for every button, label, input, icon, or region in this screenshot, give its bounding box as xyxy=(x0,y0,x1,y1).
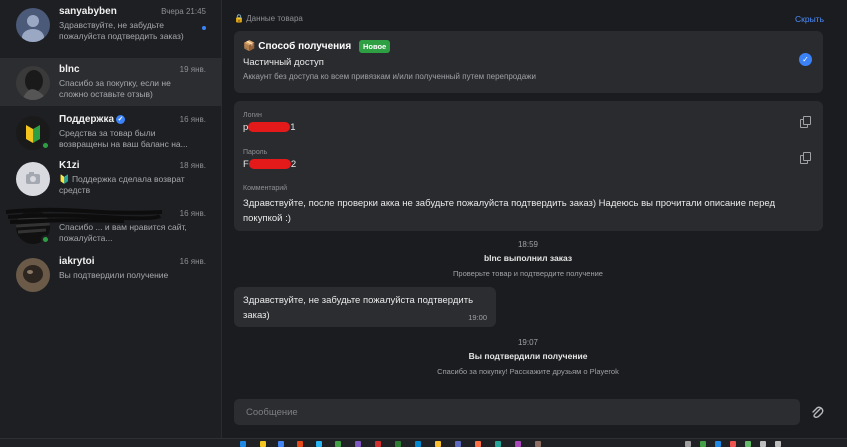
app-icon[interactable] xyxy=(375,441,381,447)
chat-name: Поддержка ✓ xyxy=(59,114,126,125)
chat-preview: 🔰 Поддержка сделала возврат средств xyxy=(59,174,185,195)
scribble-overlay xyxy=(5,207,163,224)
chat-time: 18 янв. xyxy=(179,161,206,170)
copy-icon[interactable] xyxy=(800,116,811,128)
app-icon[interactable] xyxy=(475,441,481,447)
chat-name: K1zi xyxy=(59,160,80,171)
app-icon[interactable] xyxy=(395,441,401,447)
chat-preview: Здравствуйте, не забудьте пожалуйста под… xyxy=(59,20,184,41)
unread-dot xyxy=(202,26,206,30)
new-badge: Новое xyxy=(358,40,391,53)
package-icon: 📦 xyxy=(243,41,256,53)
lock-icon: 🔒 xyxy=(234,14,244,23)
message-text: Здравствуйте, не забудьте пожалуйста под… xyxy=(243,295,474,321)
tray-icon[interactable] xyxy=(745,441,751,447)
browser-icon[interactable] xyxy=(278,441,284,447)
app-icon[interactable] xyxy=(335,441,341,447)
chat-name: iakrytoi xyxy=(59,256,95,267)
app-icon[interactable] xyxy=(240,441,246,447)
tray-icon[interactable] xyxy=(685,441,691,447)
app-icon[interactable] xyxy=(515,441,521,447)
app-icon[interactable] xyxy=(455,441,461,447)
online-indicator xyxy=(41,235,50,244)
chat-time: 16 янв. xyxy=(179,209,206,218)
delivery-method-card: 📦 Способ получения Новое Частичный досту… xyxy=(234,31,823,93)
redaction-mark xyxy=(248,122,291,133)
chat-time: 16 янв. xyxy=(179,257,206,266)
event-title: blnc выполнил заказ xyxy=(483,253,573,263)
login-label: Логин xyxy=(243,112,262,119)
attach-icon[interactable] xyxy=(810,404,824,420)
system-event: 19:07 Вы подтвердили получение Спасибо з… xyxy=(222,338,834,376)
message-time: 19:00 xyxy=(468,313,487,322)
app-icon[interactable] xyxy=(316,441,322,447)
message-input[interactable] xyxy=(234,399,800,425)
credentials-card: Логин p1 Пароль F2 Комментарий Здравству… xyxy=(234,101,823,231)
system-event: 18:59 blnc выполнил заказ Проверьте това… xyxy=(222,240,834,278)
password-value[interactable]: F2 xyxy=(243,159,296,170)
message-bubble: Здравствуйте, не забудьте пожалуйста под… xyxy=(234,287,496,327)
folder-icon[interactable] xyxy=(260,441,266,447)
chat-item-sanyabyben[interactable]: sanyabyben Вчера 21:45 Здравствуйте, не … xyxy=(0,0,222,48)
app-icon[interactable] xyxy=(535,441,541,447)
login-value[interactable]: p1 xyxy=(243,122,296,133)
conversation-panel: 🔒 Данные товара Скрыть 📦 Способ получени… xyxy=(222,0,847,438)
app-window: sanyabyben Вчера 21:45 Здравствуйте, не … xyxy=(0,0,847,447)
tray-icon[interactable] xyxy=(775,441,781,447)
app-icon[interactable] xyxy=(435,441,441,447)
default-avatar-icon xyxy=(16,8,50,42)
section-label: 🔒 Данные товара xyxy=(234,14,303,23)
chat-item-support[interactable]: Поддержка ✓ 16 янв. Средства за товар был… xyxy=(0,108,222,156)
event-subtitle: Проверьте товар и подтвердите получение xyxy=(453,269,603,278)
event-subtitle: Спасибо за покупку! Расскажите друзьям о… xyxy=(437,367,619,376)
tray-icon[interactable] xyxy=(700,441,706,447)
chat-time: Вчера 21:45 xyxy=(161,7,206,16)
comment-label: Комментарий xyxy=(243,185,288,192)
chat-item-blnc[interactable]: blnc 19 янв. Спасибо за покупку, если не… xyxy=(0,58,222,106)
os-taskbar xyxy=(0,438,847,447)
redaction-mark xyxy=(248,159,291,170)
chat-item-k1zi[interactable]: K1zi 18 янв. 🔰 Поддержка сделала возврат… xyxy=(0,154,222,202)
verified-icon: ✓ xyxy=(116,114,126,124)
delivery-option: Частичный доступ xyxy=(243,57,324,68)
tray-icon[interactable] xyxy=(715,441,721,447)
chat-name: blnc xyxy=(59,64,80,75)
app-icon[interactable] xyxy=(495,441,501,447)
event-title: Вы подтвердили получение xyxy=(468,351,588,361)
photo-avatar-icon xyxy=(16,66,50,100)
chat-preview: Спасибо за покупку, если не сложно остав… xyxy=(59,78,171,99)
chat-name: sanyabyben xyxy=(59,6,117,17)
hide-link[interactable]: Скрыть xyxy=(795,14,824,24)
chat-item-redacted[interactable]: 16 янв. Спасибо ... и вам нравится сайт,… xyxy=(0,202,222,250)
app-icon[interactable] xyxy=(415,441,421,447)
chat-time: 19 янв. xyxy=(179,65,206,74)
event-time: 18:59 xyxy=(517,240,539,249)
chat-preview: Вы подтвердили получение xyxy=(59,270,169,280)
delivery-title: 📦 Способ получения Новое xyxy=(243,40,391,53)
tray-icon[interactable] xyxy=(730,441,736,447)
photo-avatar-icon xyxy=(16,258,50,292)
chat-time: 16 янв. xyxy=(179,115,206,124)
chat-item-iakrytoi[interactable]: iakrytoi 16 янв. Вы подтвердили получени… xyxy=(0,250,222,298)
chat-preview: Средства за товар были возвращены на ваш… xyxy=(59,128,188,149)
password-label: Пароль xyxy=(243,149,268,156)
camera-avatar-icon xyxy=(16,162,50,196)
tray-icon[interactable] xyxy=(760,441,766,447)
check-icon[interactable]: ✓ xyxy=(799,53,812,66)
chat-list: sanyabyben Вчера 21:45 Здравствуйте, не … xyxy=(0,0,222,438)
app-icon[interactable] xyxy=(297,441,303,447)
delivery-description: Аккаунт без доступа ко всем привязкам и/… xyxy=(243,72,536,81)
app-icon[interactable] xyxy=(355,441,361,447)
comment-text: Здравствуйте, после проверки акка не заб… xyxy=(243,198,775,224)
copy-icon[interactable] xyxy=(800,152,811,164)
online-indicator xyxy=(41,141,50,150)
event-time: 19:07 xyxy=(517,338,539,347)
